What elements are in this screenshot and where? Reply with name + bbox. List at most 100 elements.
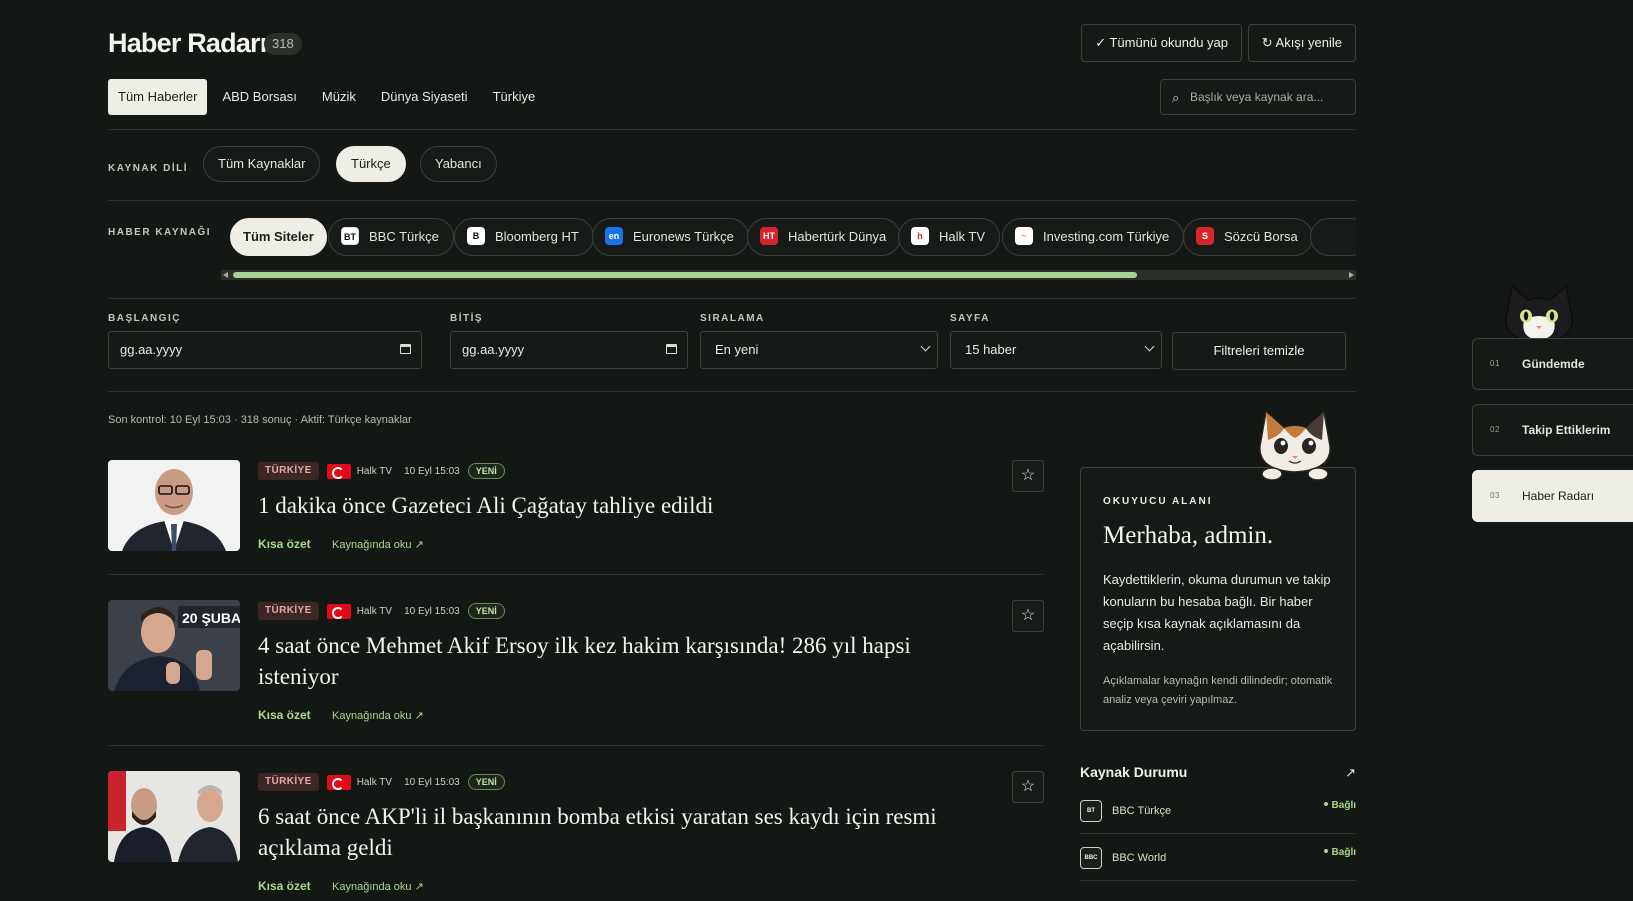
article-headline[interactable]: 4 saat önce Mehmet Akif Ersoy ilk kez ha… (258, 630, 968, 692)
clear-filters-button[interactable]: Filtreleri temizle (1172, 332, 1346, 370)
lang-foreign[interactable]: Yabancı (420, 146, 497, 182)
language-label: KAYNAK DİLİ (108, 163, 189, 174)
start-date-input[interactable]: gg.aa.yyyy (108, 331, 422, 369)
source-status-panel: Kaynak Durumu ↗ BT BBC Türkçe Bağlı BBC … (1080, 764, 1356, 881)
sidenav-item-takip[interactable]: 02 Takip Ettiklerim (1472, 404, 1633, 456)
tab-turkey[interactable]: Türkiye (483, 79, 546, 115)
end-date-label: BİTİŞ (450, 313, 484, 324)
search-input[interactable] (1190, 80, 1350, 114)
reader-body: Kaydettiklerin, okuma durumun ve takip k… (1103, 572, 1331, 653)
search-box[interactable]: ⌕ (1160, 79, 1356, 115)
page-size-select[interactable]: 15 haber (950, 331, 1162, 369)
tab-all-news[interactable]: Tüm Haberler (108, 79, 208, 115)
chip-sozcu-borsa[interactable]: S Sözcü Borsa (1183, 218, 1313, 256)
scrollbar-thumb[interactable] (233, 272, 1137, 278)
chevron-down-icon (920, 341, 931, 352)
haberturk-logo-icon: HT (760, 227, 778, 246)
lang-all-sources[interactable]: Tüm Kaynaklar (203, 146, 321, 182)
summary-link[interactable]: Kısa özet (258, 708, 311, 722)
category-tag[interactable]: TÜRKİYE (258, 462, 319, 480)
status-line: Son kontrol: 10 Eyl 15:03 · 318 sonuç · … (108, 414, 412, 426)
chip-label: Euronews Türkçe (633, 229, 734, 244)
read-source-link[interactable]: Kaynağında oku ↗ (332, 710, 424, 722)
sort-value: En yeni (715, 342, 759, 357)
end-date-input[interactable]: gg.aa.yyyy (450, 331, 688, 369)
chip-all-sites[interactable]: Tüm Siteler (230, 218, 327, 256)
reader-note: Açıklamalar kaynağın kendi dilindedir; o… (1103, 675, 1333, 706)
source-status-row[interactable]: BT BBC Türkçe Bağlı (1080, 788, 1356, 834)
external-link-icon[interactable]: ↗ (1345, 765, 1356, 781)
image-caption-text: 20 ŞUBAT (182, 610, 240, 626)
article-actions: Kısa özet Kaynağında oku ↗ (258, 879, 424, 893)
new-badge: YENİ (467, 774, 505, 790)
article-card[interactable]: 20 ŞUBAT TÜRKİYE Halk TV 10 Eyl 15:03 YE… (108, 590, 1044, 744)
two-people-image (108, 771, 240, 862)
start-date-label: BAŞLANGIÇ (108, 313, 181, 324)
source-status-row[interactable]: BBC BBC World Bağlı (1080, 835, 1356, 881)
sidenav-item-gundemde[interactable]: 01 Gündemde (1472, 338, 1633, 390)
article-thumbnail[interactable] (108, 460, 240, 551)
reader-greeting: Merhaba, admin. (1103, 522, 1274, 549)
bbc-logo-icon: BT (341, 227, 359, 246)
divider (108, 391, 1356, 392)
article-headline[interactable]: 6 saat önce AKP'li il başkanının bomba e… (258, 801, 968, 863)
bloomberg-logo-icon: B (467, 227, 485, 246)
bookmark-star-button[interactable]: ☆ (1012, 771, 1044, 803)
read-source-link[interactable]: Kaynağında oku ↗ (332, 539, 424, 551)
scroll-right-arrow-icon[interactable] (1349, 272, 1354, 278)
article-time: 10 Eyl 15:03 (404, 605, 460, 617)
bookmark-star-button[interactable]: ☆ (1012, 600, 1044, 632)
tab-music[interactable]: Müzik (312, 79, 366, 115)
article-thumbnail[interactable]: 20 ŞUBAT (108, 600, 240, 691)
page-size-label: SAYFA (950, 313, 990, 324)
calendar-icon[interactable] (400, 344, 411, 354)
chip-bbc-turkce[interactable]: BT BBC Türkçe (328, 218, 454, 256)
summary-link[interactable]: Kısa özet (258, 879, 311, 893)
category-tag[interactable]: TÜRKİYE (258, 773, 319, 791)
sidenav-number: 03 (1490, 491, 1500, 500)
sort-select[interactable]: En yeni (700, 331, 938, 369)
chip-next-partial[interactable] (1310, 218, 1356, 256)
end-date-value: gg.aa.yyyy (462, 342, 525, 357)
article-thumbnail[interactable] (108, 771, 240, 862)
sidenav-item-haber-radari[interactable]: 03 Haber Radarı (1472, 470, 1633, 522)
chip-label: Bloomberg HT (495, 229, 579, 244)
source-chips: Tüm Siteler BT BBC Türkçe B Bloomberg HT e… (230, 216, 1356, 256)
source-status-title: Kaynak Durumu (1080, 764, 1188, 780)
mark-all-read-button[interactable]: ✓ Tümünü okundu yap (1081, 24, 1242, 62)
bookmark-star-button[interactable]: ☆ (1012, 460, 1044, 492)
filter-bar: BAŞLANGIÇ gg.aa.yyyy BİTİŞ gg.aa.yyyy SI… (108, 313, 1356, 370)
refresh-feed-button[interactable]: ↻ Akışı yenile (1247, 24, 1356, 62)
divider (1080, 880, 1356, 881)
chip-haberturk-dunya[interactable]: HT Habertürk Dünya (747, 218, 902, 256)
chip-label: Habertürk Dünya (788, 229, 887, 244)
language-filter: KAYNAK DİLİ Tüm Kaynaklar Türkçe Yabancı (108, 146, 1356, 182)
article-headline[interactable]: 1 dakika önce Gazeteci Ali Çağatay tahli… (258, 490, 968, 521)
page-title: Haber Radarı (108, 28, 267, 58)
chip-label: Sözcü Borsa (1224, 229, 1298, 244)
sozcu-logo-icon: S (1196, 227, 1214, 246)
divider (108, 745, 1044, 746)
article-card[interactable]: TÜRKİYE Halk TV 10 Eyl 15:03 YENİ 6 saat… (108, 761, 1044, 901)
investing-logo-icon: ~ (1015, 227, 1033, 246)
calendar-icon[interactable] (666, 344, 677, 354)
article-card[interactable]: TÜRKİYE Halk TV 10 Eyl 15:03 YENİ 1 daki… (108, 450, 1044, 574)
category-tag[interactable]: TÜRKİYE (258, 602, 319, 620)
summary-link[interactable]: Kısa özet (258, 537, 311, 551)
divider (1080, 833, 1356, 834)
source-scrollbar[interactable] (221, 270, 1356, 280)
scroll-left-arrow-icon[interactable] (223, 272, 228, 278)
category-tabs: Tüm Haberler ABD Borsası Müzik Dünya Siy… (108, 79, 550, 115)
tab-world-politics[interactable]: Dünya Siyaseti (371, 79, 478, 115)
chip-label: Investing.com Türkiye (1043, 229, 1170, 244)
tab-us-stocks[interactable]: ABD Borsası (212, 79, 306, 115)
chip-investing-com[interactable]: ~ Investing.com Türkiye (1002, 218, 1185, 256)
chip-halk-tv[interactable]: h Halk TV (898, 218, 1000, 256)
chip-euronews-turkce[interactable]: en Euronews Türkçe (592, 218, 749, 256)
article-meta: TÜRKİYE Halk TV 10 Eyl 15:03 YENİ (258, 773, 505, 791)
read-source-link[interactable]: Kaynağında oku ↗ (332, 881, 424, 893)
divider (108, 200, 1356, 201)
page: Haber Radarı 318 ✓ Tümünü okundu yap ↻ A… (0, 0, 1633, 901)
chip-bloomberg-ht[interactable]: B Bloomberg HT (454, 218, 594, 256)
lang-turkish[interactable]: Türkçe (336, 146, 406, 182)
